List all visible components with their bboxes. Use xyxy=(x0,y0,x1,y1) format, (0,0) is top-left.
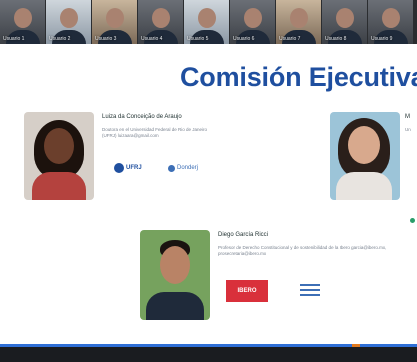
member-name: Luiza da Conceição de Araujo xyxy=(102,114,182,120)
slide-title: Comisión Ejecutiva xyxy=(180,62,417,92)
participant-avatar xyxy=(13,8,32,28)
participant-tile[interactable]: Usuario 1 xyxy=(0,0,45,44)
participant-avatar xyxy=(105,8,124,28)
donderj-logo-icon: Donderj xyxy=(168,162,198,174)
member-photo xyxy=(330,112,400,200)
participant-tile[interactable]: Usuario 3 xyxy=(92,0,137,44)
participant-tile[interactable]: Usuario 6 xyxy=(230,0,275,44)
logo-fragment xyxy=(410,218,415,223)
member-name: Diego García Ricci xyxy=(218,232,269,238)
participant-name: Usuario 6 xyxy=(233,36,255,42)
participant-avatar xyxy=(335,8,354,28)
participant-name: Usuario 3 xyxy=(95,36,117,42)
participant-name: Usuario 5 xyxy=(187,36,209,42)
meeting-toolbar xyxy=(0,344,417,362)
participant-tile[interactable]: Usuario 4 xyxy=(138,0,183,44)
participant-name: Usuario 2 xyxy=(49,36,71,42)
participant-name: Usuario 8 xyxy=(325,36,347,42)
participant-avatar xyxy=(243,8,262,28)
member-photo xyxy=(24,112,94,200)
participant-avatar xyxy=(59,8,78,28)
progress-accent xyxy=(352,344,360,347)
participant-tile[interactable]: Usuario 9 xyxy=(368,0,413,44)
ibero-blue-logo-icon xyxy=(300,284,320,296)
ufrj-logo-icon: UFRJ xyxy=(114,162,142,174)
participant-avatar xyxy=(289,8,308,28)
participant-avatar xyxy=(197,8,216,28)
participant-tile[interactable]: Usuario 2 xyxy=(46,0,91,44)
participant-tile[interactable]: Usuario 8 xyxy=(322,0,367,44)
participant-tile[interactable]: Usuario 7 xyxy=(276,0,321,44)
member-name: M xyxy=(405,114,410,120)
shared-slide: Comisión Ejecutiva Luiza da Conceição de… xyxy=(0,44,417,344)
participant-name: Usuario 9 xyxy=(371,36,393,42)
participant-avatar xyxy=(381,8,400,28)
participant-strip: Usuario 1 Usuario 2 Usuario 3 Usuario 4 Usua… xyxy=(0,0,417,44)
member-description: Profesor de Derecho Constitucional y de … xyxy=(218,245,387,256)
member-description: Doutora en el Universidad Federal de Rio… xyxy=(102,127,208,138)
participant-avatar xyxy=(151,8,170,28)
member-photo xyxy=(140,230,210,320)
participant-tile[interactable]: Usuario 5 xyxy=(184,0,229,44)
participant-name: Usuario 1 xyxy=(3,36,25,42)
participant-name: Usuario 7 xyxy=(279,36,301,42)
member-description: Un xyxy=(405,127,411,132)
participant-name: Usuario 4 xyxy=(141,36,163,42)
ibero-red-logo-icon: IBERO xyxy=(226,280,268,302)
